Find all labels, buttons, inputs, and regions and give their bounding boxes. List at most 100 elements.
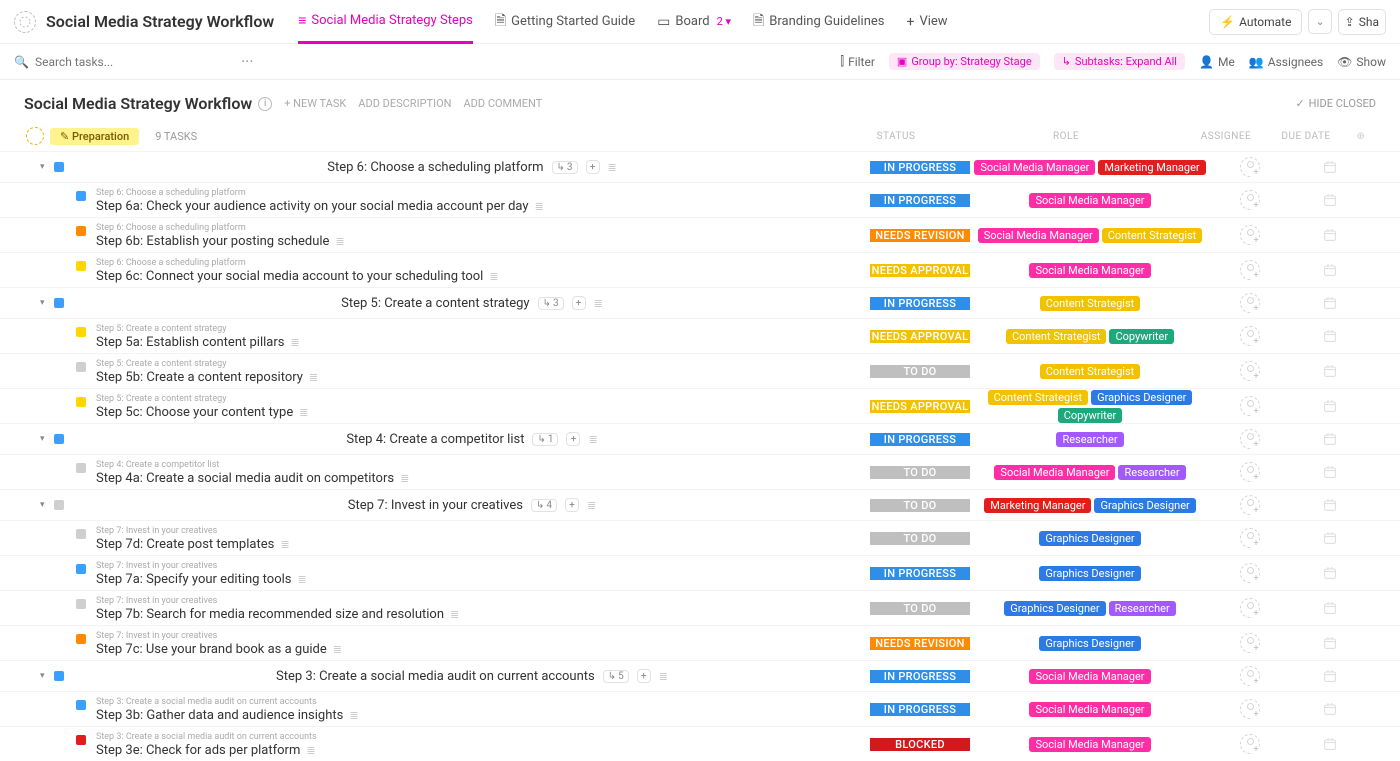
role-tag[interactable]: Copywriter (1058, 408, 1123, 423)
status-square[interactable] (76, 735, 86, 745)
more-options[interactable]: ··· (241, 52, 274, 71)
role-tag[interactable]: Content Strategist (1040, 364, 1141, 379)
description-icon[interactable]: ≣ (298, 573, 307, 586)
add-subtask-button[interactable]: + (565, 498, 579, 512)
role-tag[interactable]: Copywriter (1109, 329, 1174, 344)
status-square[interactable] (76, 463, 86, 473)
description-icon[interactable]: ≣ (280, 538, 289, 551)
role-tag[interactable]: Content Strategist (1102, 228, 1203, 243)
role-tag[interactable]: Graphics Designer (1094, 498, 1195, 513)
role-tag[interactable]: Social Media Manager (1029, 737, 1150, 752)
status-pill[interactable]: TO DO (870, 365, 970, 378)
add-description-button[interactable]: ADD DESCRIPTION (358, 97, 451, 110)
status-square[interactable] (76, 191, 86, 201)
duedate-col[interactable] (1290, 600, 1370, 616)
duedate-col[interactable] (1290, 398, 1370, 414)
role-tag[interactable]: Social Media Manager (974, 160, 1095, 175)
status-pill[interactable]: IN PROGRESS (870, 161, 970, 174)
role-tag[interactable]: Graphics Designer (1091, 390, 1192, 405)
subtask-row[interactable]: Step 6: Choose a scheduling platformStep… (0, 252, 1400, 287)
status-square[interactable] (54, 500, 64, 510)
col-assignee[interactable]: ASSIGNEE (1186, 131, 1266, 142)
description-icon[interactable]: ≣ (587, 499, 596, 512)
description-icon[interactable]: ≣ (400, 472, 409, 485)
duedate-col[interactable] (1290, 530, 1370, 546)
nav-tab[interactable]: +View (906, 0, 947, 44)
assignee-col[interactable] (1210, 293, 1290, 313)
duedate-col[interactable] (1290, 701, 1370, 717)
role-tag[interactable]: Content Strategist (1006, 329, 1107, 344)
subtask-count[interactable]: ↳4 (531, 499, 557, 512)
subtask-count[interactable]: ↳3 (538, 297, 564, 310)
assignee-col[interactable] (1210, 563, 1290, 583)
filter-button[interactable]: ⫿Filter (840, 54, 875, 69)
status-pill[interactable]: IN PROGRESS (870, 194, 970, 207)
share-button[interactable]: ⇪ Sha (1338, 9, 1386, 35)
duedate-col[interactable] (1290, 192, 1370, 208)
status-square[interactable] (76, 529, 86, 539)
add-subtask-button[interactable]: + (637, 669, 651, 683)
assignee-col[interactable] (1210, 225, 1290, 245)
subtask-count[interactable]: ↳5 (603, 670, 629, 683)
role-tag[interactable]: Researcher (1109, 601, 1176, 616)
task-row[interactable]: ▾Step 6: Choose a scheduling platform↳3+… (0, 151, 1400, 182)
status-pill[interactable]: TO DO (870, 466, 970, 479)
role-tag[interactable]: Social Media Manager (994, 465, 1115, 480)
col-duedate[interactable]: DUE DATE (1266, 131, 1346, 142)
description-icon[interactable]: ≣ (290, 336, 299, 349)
nav-tab[interactable]: 🗎Getting Started Guide (495, 0, 635, 44)
nav-tab[interactable]: ≡Social Media Strategy Steps (298, 0, 473, 44)
description-icon[interactable]: ≣ (489, 270, 498, 283)
status-pill[interactable]: IN PROGRESS (870, 567, 970, 580)
expand-toggle[interactable]: ▾ (40, 434, 54, 444)
status-pill[interactable]: TO DO (870, 602, 970, 615)
duedate-col[interactable] (1290, 227, 1370, 243)
description-icon[interactable]: ≣ (349, 709, 358, 722)
subtask-row[interactable]: Step 5: Create a content strategyStep 5c… (0, 388, 1400, 423)
subtask-row[interactable]: Step 7: Invest in your creativesStep 7d:… (0, 520, 1400, 555)
description-icon[interactable]: ≣ (333, 643, 342, 656)
assignees-button[interactable]: 👥Assignees (1249, 55, 1323, 69)
task-row[interactable]: ▾Step 5: Create a content strategy↳3+≣IN… (0, 287, 1400, 318)
status-square[interactable] (76, 564, 86, 574)
assignee-col[interactable] (1210, 157, 1290, 177)
subtask-row[interactable]: Step 4: Create a competitor listStep 4a:… (0, 454, 1400, 489)
assignee-col[interactable] (1210, 190, 1290, 210)
duedate-col[interactable] (1290, 159, 1370, 175)
duedate-col[interactable] (1290, 635, 1370, 651)
duedate-col[interactable] (1290, 497, 1370, 513)
subtask-row[interactable]: Step 6: Choose a scheduling platformStep… (0, 217, 1400, 252)
description-icon[interactable]: ≣ (335, 235, 344, 248)
subtask-row[interactable]: Step 3: Create a social media audit on c… (0, 726, 1400, 761)
assignee-col[interactable] (1210, 260, 1290, 280)
role-tag[interactable]: Content Strategist (1040, 296, 1141, 311)
nav-tab[interactable]: 🗎Branding Guidelines (753, 0, 884, 44)
subtasks-chip[interactable]: ↳Subtasks: Expand All (1054, 53, 1185, 70)
add-comment-button[interactable]: ADD COMMENT (463, 97, 542, 110)
add-subtask-button[interactable]: + (566, 432, 580, 446)
assignee-col[interactable] (1210, 396, 1290, 416)
task-row[interactable]: ▾Step 3: Create a social media audit on … (0, 660, 1400, 691)
subtask-row[interactable]: Step 6: Choose a scheduling platformStep… (0, 182, 1400, 217)
role-tag[interactable]: Marketing Manager (984, 498, 1091, 513)
duedate-col[interactable] (1290, 431, 1370, 447)
status-pill[interactable]: TO DO (870, 532, 970, 545)
assignee-col[interactable] (1210, 326, 1290, 346)
assignee-col[interactable] (1210, 598, 1290, 618)
status-pill[interactable]: IN PROGRESS (870, 703, 970, 716)
assignee-col[interactable] (1210, 633, 1290, 653)
assignee-col[interactable] (1210, 462, 1290, 482)
description-icon[interactable]: ≣ (306, 744, 315, 757)
col-status[interactable]: STATUS (846, 131, 946, 142)
new-task-button[interactable]: + NEW TASK (284, 97, 346, 110)
status-square[interactable] (76, 634, 86, 644)
role-tag[interactable]: Researcher (1056, 432, 1123, 447)
duedate-col[interactable] (1290, 565, 1370, 581)
subtask-row[interactable]: Step 7: Invest in your creativesStep 7a:… (0, 555, 1400, 590)
status-square[interactable] (76, 700, 86, 710)
assignee-col[interactable] (1210, 495, 1290, 515)
role-tag[interactable]: Content Strategist (988, 390, 1089, 405)
show-button[interactable]: 👁Show (1337, 55, 1386, 69)
subtask-count[interactable]: ↳1 (532, 433, 558, 446)
group-by-chip[interactable]: ▣Group by: Strategy Stage (889, 53, 1040, 70)
